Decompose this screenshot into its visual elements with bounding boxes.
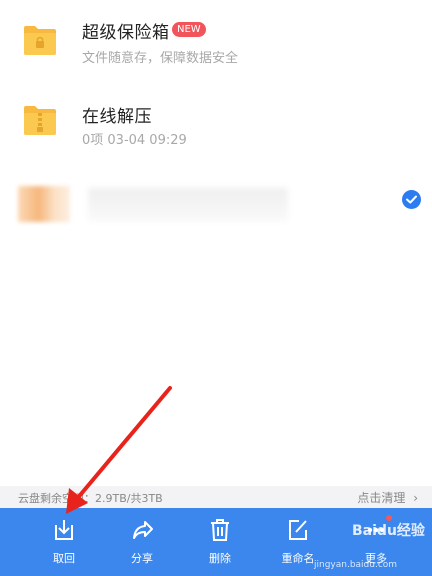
edit-icon	[289, 520, 307, 540]
new-badge: NEW	[172, 22, 206, 37]
toolbar-label: 取回	[53, 552, 75, 565]
clean-label: 点击清理	[357, 491, 406, 505]
safe-folder-icon	[24, 26, 56, 55]
storage-bar: 云盘剩余空间：2.9TB/共3TB 点击清理 ›	[0, 486, 432, 508]
trash-icon	[211, 519, 229, 541]
watermark-brand: Baidu经验	[352, 523, 425, 539]
file-name: 超级保险箱	[82, 23, 170, 43]
clean-button[interactable]: 点击清理 ›	[357, 489, 418, 506]
delete-button[interactable]: 删除	[190, 508, 250, 576]
file-subtitle: 0项 03-04 09:29	[82, 133, 187, 148]
file-name-blurred	[88, 188, 288, 222]
toolbar-label: 删除	[209, 552, 231, 565]
watermark-url: jingyan.baidu.com	[314, 560, 398, 570]
selected-check-icon[interactable]	[402, 190, 421, 209]
storage-info: 云盘剩余空间：2.9TB/共3TB	[18, 492, 163, 505]
download-icon	[55, 520, 73, 540]
chevron-right-icon: ›	[413, 491, 418, 505]
file-row-online-unzip[interactable]: 在线解压 0项 03-04 09:29	[0, 88, 432, 168]
file-row-safe-box[interactable]: 超级保险箱 NEW 文件随意存，保障数据安全	[0, 0, 432, 88]
toolbar-label: 分享	[131, 552, 153, 565]
file-name: 在线解压	[82, 107, 152, 127]
file-subtitle: 文件随意存，保障数据安全	[82, 51, 239, 66]
retrieve-button[interactable]: 取回	[34, 508, 94, 576]
zip-folder-icon	[24, 106, 56, 135]
share-button[interactable]: 分享	[112, 508, 172, 576]
file-thumbnail	[18, 186, 70, 222]
share-icon	[133, 521, 153, 539]
